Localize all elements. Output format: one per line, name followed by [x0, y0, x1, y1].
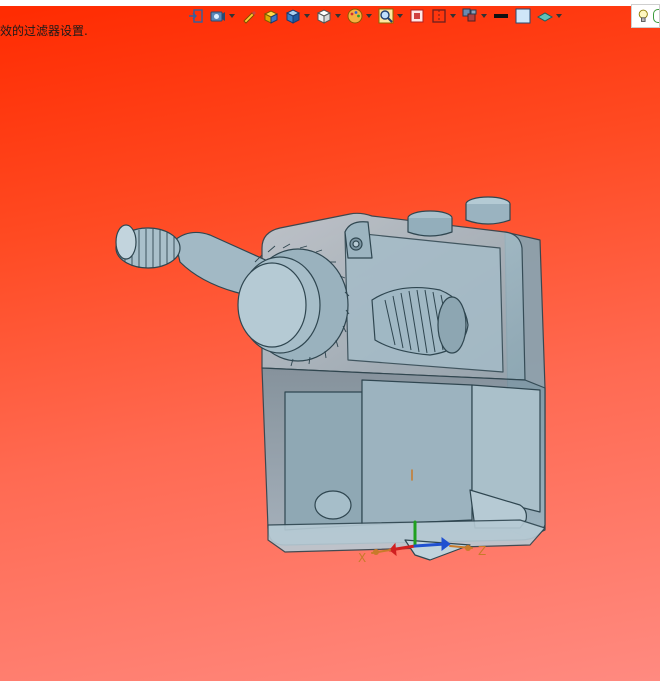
x-axis-label: X	[358, 551, 366, 565]
z-axis-label: Z	[478, 544, 486, 558]
pencil-sharpener-model	[115, 196, 546, 561]
graphics-viewport[interactable]: X Z	[0, 0, 660, 681]
